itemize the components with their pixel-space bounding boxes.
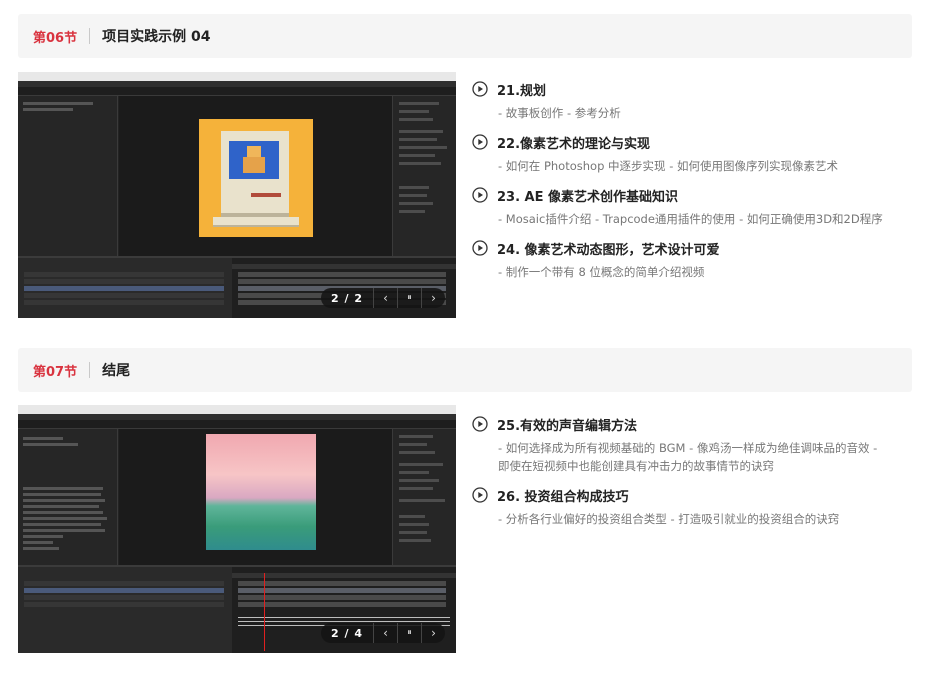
play-circle-icon: [472, 487, 488, 503]
section-number: 第07节: [33, 364, 78, 380]
window-titlebar: [18, 72, 456, 81]
lesson-description: - 制作一个带有 8 位概念的简单介绍视频: [498, 265, 705, 279]
lesson-list-07: 25.有效的声音编辑方法 - 如何选择成为所有视频基础的 BGM - 像鸡汤一样…: [472, 414, 912, 528]
lesson-list-06: 21.规划 - 故事板创作 - 参考分析 22.像素艺术的理论与实现 - 如何在…: [472, 79, 912, 281]
lesson-title: 23. AE 像素艺术创作基础知识: [497, 189, 679, 205]
lesson-title: 25.有效的声音编辑方法: [497, 418, 638, 434]
chevron-left-icon[interactable]: ‹: [373, 623, 397, 643]
tool-bar: [18, 420, 456, 429]
project-panel: [18, 429, 118, 565]
lesson-title: 26. 投资组合构成技巧: [497, 489, 629, 505]
lesson-item[interactable]: 26. 投资组合构成技巧 - 分析各行业偏好的投资组合类型 - 打造吸引就业的投…: [472, 485, 912, 528]
section-number: 第06节: [33, 30, 78, 46]
video-preview-06[interactable]: 2 / 2 ‹ ⏸ ›: [18, 72, 456, 318]
chevron-right-icon[interactable]: ›: [421, 623, 445, 643]
landscape-sky-image: [206, 434, 316, 550]
pixel-art-computer-image: [199, 119, 313, 237]
chevron-right-icon[interactable]: ›: [421, 288, 445, 308]
effects-panel: [392, 96, 456, 256]
divider: [89, 28, 91, 44]
play-circle-icon: [472, 187, 488, 203]
play-circle-icon: [472, 134, 488, 150]
divider: [89, 362, 91, 378]
lesson-item[interactable]: 23. AE 像素艺术创作基础知识 - Mosaic插件介绍 - Trapcod…: [472, 185, 912, 228]
lesson-title: 22.像素艺术的理论与实现: [497, 136, 651, 152]
tool-bar: [18, 87, 456, 96]
lesson-description-line: 即使在短视频中也能创建具有冲击力的故事情节的诀窍: [498, 459, 774, 473]
section-header-06: 第06节 项目实践示例 04: [18, 14, 912, 58]
project-panel: [18, 96, 118, 256]
section-title: 结尾: [102, 363, 131, 379]
window-titlebar: [18, 405, 456, 414]
lesson-description: - Mosaic插件介绍 - Trapcode通用插件的使用 - 如何正确使用3…: [498, 212, 883, 226]
lesson-title: 24. 像素艺术动态图形，艺术设计可爱: [497, 242, 720, 258]
video-preview-07[interactable]: 2 / 4 ‹ ⏸ ›: [18, 405, 456, 653]
slide-counter: 2 / 4: [331, 626, 363, 640]
lesson-description: - 如何选择成为所有视频基础的 BGM - 像鸡汤一样成为绝佳调味品的音效 - …: [498, 439, 912, 475]
lesson-title: 21.规划: [497, 83, 547, 99]
lesson-item[interactable]: 25.有效的声音编辑方法 - 如何选择成为所有视频基础的 BGM - 像鸡汤一样…: [472, 414, 912, 475]
lesson-description: - 如何在 Photoshop 中逐步实现 - 如何使用图像序列实现像素艺术: [498, 159, 838, 173]
slide-pager: 2 / 2 ‹ ⏸ ›: [321, 288, 445, 308]
lesson-description-line: - 如何选择成为所有视频基础的 BGM - 像鸡汤一样成为绝佳调味品的音效 -: [498, 441, 878, 455]
pause-icon[interactable]: ⏸: [397, 623, 421, 643]
chevron-left-icon[interactable]: ‹: [373, 288, 397, 308]
lesson-description: - 故事板创作 - 参考分析: [498, 106, 621, 120]
effects-panel: [392, 429, 456, 565]
play-circle-icon: [472, 240, 488, 256]
slide-counter: 2 / 2: [331, 291, 363, 305]
section-title: 项目实践示例 04: [102, 29, 211, 45]
lesson-description: - 分析各行业偏好的投资组合类型 - 打造吸引就业的投资组合的诀窍: [498, 512, 840, 526]
section-header-07: 第07节 结尾: [18, 348, 912, 392]
slide-pager: 2 / 4 ‹ ⏸ ›: [321, 623, 445, 643]
pause-icon[interactable]: ⏸: [397, 288, 421, 308]
play-circle-icon: [472, 416, 488, 432]
timeline-panel: [18, 256, 456, 318]
lesson-item[interactable]: 22.像素艺术的理论与实现 - 如何在 Photoshop 中逐步实现 - 如何…: [472, 132, 912, 175]
lesson-item[interactable]: 24. 像素艺术动态图形，艺术设计可爱 - 制作一个带有 8 位概念的简单介绍视…: [472, 238, 912, 281]
lesson-item[interactable]: 21.规划 - 故事板创作 - 参考分析: [472, 79, 912, 122]
play-circle-icon: [472, 81, 488, 97]
